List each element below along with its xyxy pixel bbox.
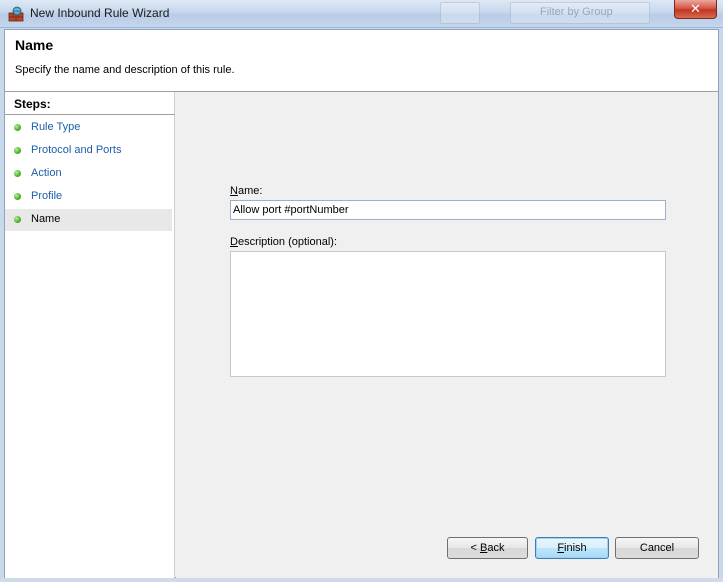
step-rule-type[interactable]: Rule Type [5, 117, 172, 139]
window-bottom-border [0, 578, 723, 582]
window-title: New Inbound Rule Wizard [30, 6, 170, 20]
steps-pane: Steps: Rule Type Protocol and Ports Acti… [5, 92, 175, 578]
close-icon: ✕ [690, 1, 701, 16]
name-input[interactable] [230, 200, 666, 220]
steps-divider [5, 114, 175, 115]
main-form: Name: Description (optional): < Back Fin… [176, 92, 718, 578]
step-complete-icon [14, 193, 21, 200]
step-action[interactable]: Action [5, 163, 172, 185]
step-complete-icon [14, 147, 21, 154]
wizard-window: Name Specify the name and description of… [4, 29, 719, 578]
name-label: Name: [230, 185, 263, 197]
description-label: Description (optional): [230, 236, 338, 248]
cancel-button[interactable]: Cancel [615, 537, 699, 559]
background-window-field [440, 2, 480, 24]
steps-title: Steps: [14, 97, 51, 111]
step-current-icon [14, 216, 21, 223]
title-bar[interactable]: New Inbound Rule Wizard Filter by Group … [0, 0, 723, 28]
step-label: Protocol and Ports [31, 144, 122, 156]
wizard-header: Name Specify the name and description of… [5, 30, 718, 92]
background-filter-label: Filter by Group [540, 6, 613, 18]
step-complete-icon [14, 124, 21, 131]
step-label: Name [31, 213, 61, 225]
description-input[interactable] [230, 251, 666, 377]
back-button[interactable]: < Back [447, 537, 528, 559]
firewall-icon [8, 6, 24, 22]
step-protocol-and-ports[interactable]: Protocol and Ports [5, 140, 172, 162]
finish-button[interactable]: Finish [535, 537, 609, 559]
step-complete-icon [14, 170, 21, 177]
step-profile[interactable]: Profile [5, 186, 172, 208]
step-label: Rule Type [31, 121, 81, 133]
step-label: Action [31, 167, 62, 179]
close-button[interactable]: ✕ [674, 0, 717, 19]
page-subtitle: Specify the name and description of this… [15, 64, 235, 76]
page-title: Name [15, 37, 54, 53]
step-name: Name [5, 209, 172, 231]
step-label: Profile [31, 190, 63, 202]
